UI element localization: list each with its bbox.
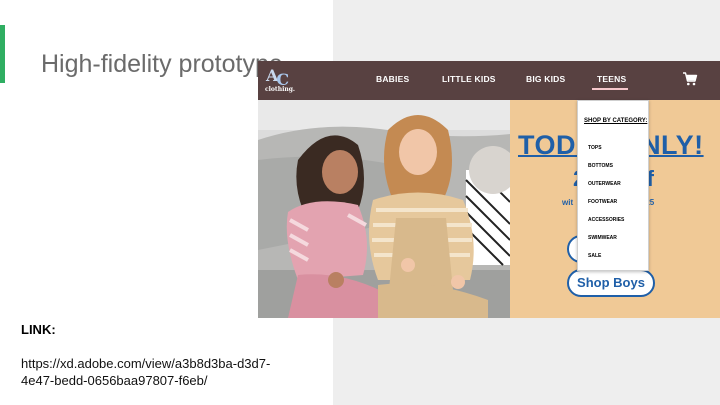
dropdown-item-outerwear[interactable]: OUTERWEAR: [588, 181, 621, 187]
teens-category-dropdown: SHOP BY CATEGORY: TOPS BOTTOMS OUTERWEAR…: [577, 100, 649, 271]
slide-title: High-fidelity prototype: [41, 50, 283, 78]
shop-boys-button[interactable]: Shop Boys: [567, 269, 655, 297]
dropdown-item-bottoms[interactable]: BOTTOMS: [588, 163, 613, 169]
logo-text: clothing.: [265, 86, 295, 93]
dropdown-item-swimwear[interactable]: SWIMWEAR: [588, 235, 617, 241]
dropdown-item-footwear[interactable]: FOOTWEAR: [588, 199, 617, 205]
dropdown-item-tops[interactable]: TOPS: [588, 145, 602, 151]
dropdown-title: SHOP BY CATEGORY:: [584, 118, 648, 124]
dropdown-item-accessories[interactable]: ACCESSORIES: [588, 217, 624, 223]
nav-teens[interactable]: TEENS: [597, 74, 626, 84]
nav-big-kids[interactable]: BIG KIDS: [526, 74, 565, 84]
title-accent-bar: [0, 25, 5, 83]
dropdown-item-sale[interactable]: SALE: [588, 253, 601, 259]
brand-logo[interactable]: AC clothing.: [264, 66, 296, 96]
nav-little-kids[interactable]: LITTLE KIDS: [442, 74, 496, 84]
nav-babies[interactable]: BABIES: [376, 74, 409, 84]
hero-photo-two-girls: [258, 100, 510, 318]
link-label: LINK:: [21, 322, 56, 337]
logo-mark: AC: [266, 66, 289, 89]
shopping-cart-icon[interactable]: [682, 71, 698, 87]
site-navbar: AC clothing. BABIES LITTLE KIDS BIG KIDS…: [258, 61, 720, 100]
prototype-screenshot: AC clothing. BABIES LITTLE KIDS BIG KIDS…: [258, 61, 720, 318]
prototype-link[interactable]: https://xd.adobe.com/view/a3b8d3ba-d3d7-…: [21, 355, 271, 389]
nav-active-indicator: [592, 88, 628, 90]
